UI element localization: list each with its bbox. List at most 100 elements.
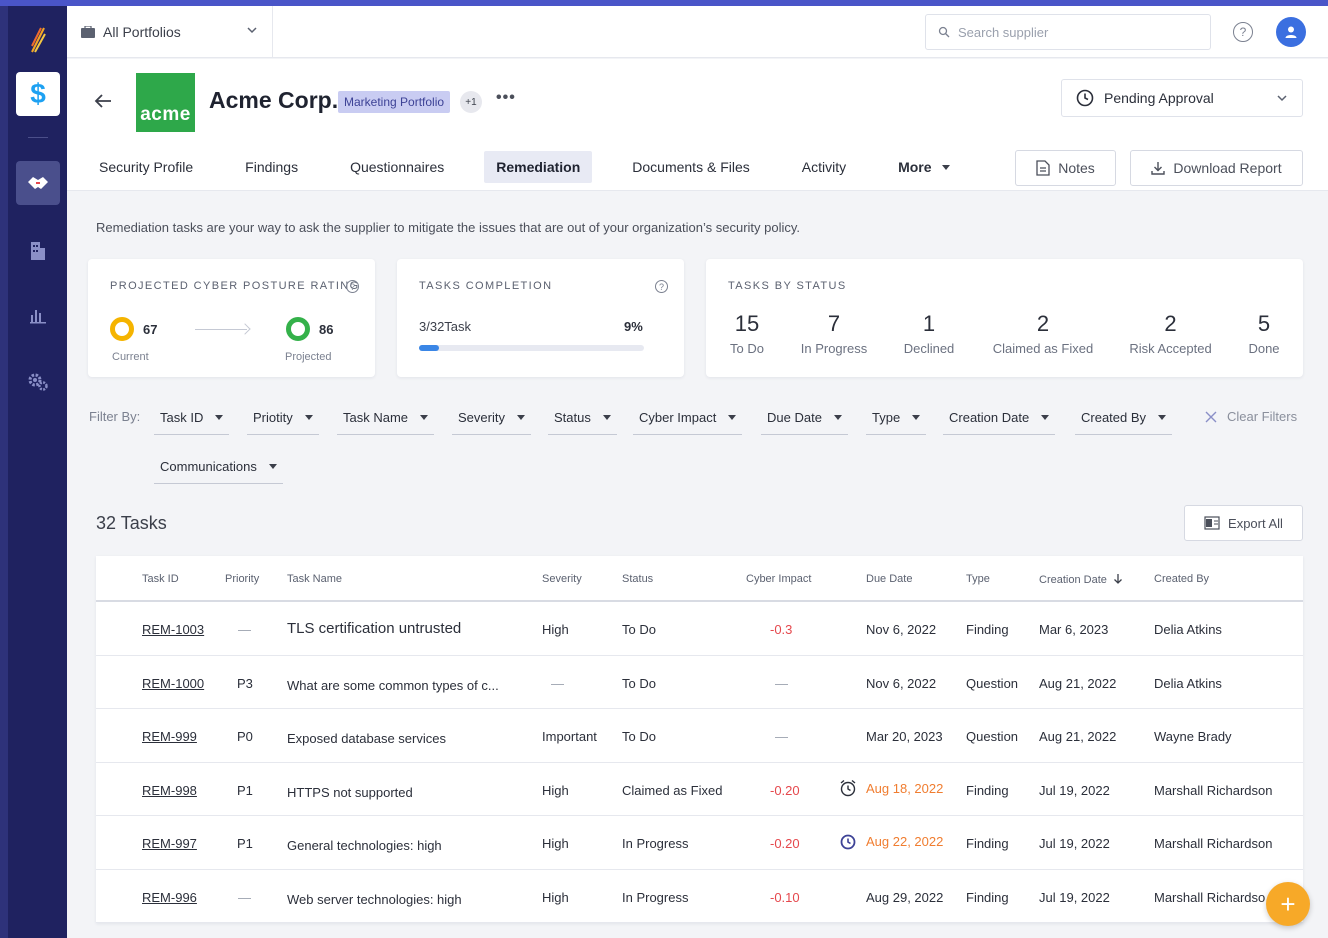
status-cell: To Do (622, 622, 656, 637)
due-date-cell: Aug 18, 2022 (866, 780, 944, 796)
notes-button[interactable]: Notes (1015, 150, 1116, 186)
tab-activity[interactable]: Activity (790, 151, 858, 183)
search-input[interactable]: Search supplier (925, 14, 1211, 50)
column-header-status[interactable]: Status (622, 573, 653, 585)
stat-risk-accepted[interactable]: 2 Risk Accepted (1128, 311, 1213, 356)
table-row[interactable]: REM-998 P1 HTTPS not supported High Clai… (96, 763, 1303, 816)
filter-severity[interactable]: Severity (452, 401, 531, 435)
more-options-icon[interactable]: ••• (496, 89, 516, 107)
column-header-task-id[interactable]: Task ID (142, 573, 179, 585)
chevron-down-icon (247, 27, 257, 34)
filter-due-date[interactable]: Due Date (761, 401, 848, 435)
filter-creation-date[interactable]: Creation Date (943, 401, 1056, 435)
tab-remediation[interactable]: Remediation (484, 151, 593, 183)
type-cell: Finding (966, 889, 1009, 905)
caret-down-icon (833, 415, 842, 420)
filter-communications[interactable]: Communications (154, 450, 283, 484)
suppliers-app-icon[interactable]: $ (16, 72, 60, 116)
severity-cell: — (551, 675, 564, 691)
help-icon[interactable]: ? (346, 280, 359, 293)
more-tags-badge[interactable]: +1 (460, 91, 482, 113)
stat-done[interactable]: 5 Done (1247, 311, 1281, 356)
projected-rating-ring (286, 317, 310, 341)
back-arrow-icon[interactable] (93, 93, 113, 114)
current-rating-label: Current (112, 351, 149, 363)
stat-value: 2 (1036, 311, 1050, 336)
portfolio-tag[interactable]: Marketing Portfolio (338, 91, 451, 113)
stat-declined[interactable]: 1 Declined (903, 311, 955, 356)
stat-value: 1 (922, 311, 936, 336)
approval-status-dropdown[interactable]: Pending Approval (1061, 79, 1303, 117)
filter-created-by[interactable]: Created By (1075, 401, 1173, 435)
help-icon[interactable]: ? (1233, 22, 1253, 42)
status-cell: To Do (622, 729, 656, 744)
cyber-impact-cell: -0.20 (770, 836, 800, 851)
tab-security-profile[interactable]: Security Profile (87, 151, 205, 183)
created-by-cell: Marshall Richardson (1154, 836, 1273, 851)
completion-percent: 9% (624, 319, 643, 334)
table-row[interactable]: REM-996 — Web server technologies: high … (96, 870, 1303, 923)
column-header-created-by[interactable]: Created By (1154, 573, 1209, 585)
table-row[interactable]: REM-1000 P3 What are some common types o… (96, 656, 1303, 709)
main-content: All Portfolios Search supplier ? acme Ac… (67, 6, 1328, 938)
task-id-link[interactable]: REM-997 (142, 836, 197, 851)
due-date-cell: Aug 22, 2022 (866, 834, 944, 849)
filter-task-name[interactable]: Task Name (337, 401, 435, 435)
stat-claimed-fixed[interactable]: 2 Claimed as Fixed (992, 311, 1094, 356)
status-label: Pending Approval (1104, 90, 1214, 106)
table-row[interactable]: REM-997 P1 General technologies: high Hi… (96, 816, 1303, 870)
settings-gear-icon[interactable] (16, 360, 60, 404)
tab-findings[interactable]: Findings (233, 151, 310, 183)
filter-cyber-impact[interactable]: Cyber Impact (633, 401, 743, 435)
column-header-type[interactable]: Type (966, 573, 990, 585)
remediation-intro: Remediation tasks are your way to ask th… (96, 220, 801, 235)
brand-logo-icon[interactable] (16, 18, 60, 62)
stat-label: Done (1248, 341, 1280, 356)
column-header-creation-date[interactable]: Creation Date (1039, 573, 1123, 586)
filter-label-text: Cyber Impact (639, 410, 717, 425)
type-cell: Finding (966, 782, 1009, 798)
table-row[interactable]: REM-999 P0 Exposed database services Imp… (96, 709, 1303, 763)
filter-label-text: Due Date (767, 410, 822, 425)
tab-questionnaires[interactable]: Questionnaires (338, 151, 456, 183)
caret-down-icon (602, 415, 611, 420)
stat-label: To Do (730, 341, 764, 356)
avatar[interactable] (1276, 17, 1306, 47)
add-task-fab[interactable]: + (1266, 882, 1310, 926)
task-id-link[interactable]: REM-996 (142, 890, 197, 905)
column-header-cyber-impact[interactable]: Cyber Impact (746, 573, 811, 585)
download-report-button[interactable]: Download Report (1130, 150, 1303, 186)
priority-cell: P1 (237, 836, 253, 851)
task-id-link[interactable]: REM-1003 (142, 622, 204, 637)
briefcase-icon (81, 26, 95, 38)
task-id-link[interactable]: REM-998 (142, 783, 197, 798)
column-header-severity[interactable]: Severity (542, 573, 582, 585)
stat-in-progress[interactable]: 7 In Progress (800, 311, 868, 356)
filter-status[interactable]: Status (548, 401, 617, 435)
export-all-button[interactable]: Export All (1184, 505, 1303, 541)
task-id-link[interactable]: REM-1000 (142, 676, 204, 691)
due-date-cell: Nov 6, 2022 (866, 622, 937, 637)
stat-todo[interactable]: 15 To Do (728, 311, 766, 356)
clear-filters-button[interactable]: Clear Filters (1205, 409, 1297, 424)
building-icon[interactable] (16, 228, 60, 272)
filter-type[interactable]: Type (866, 401, 927, 435)
sidebar-divider (28, 137, 48, 138)
help-icon[interactable]: ? (655, 280, 668, 293)
column-header-task-name[interactable]: Task Name (287, 573, 342, 585)
handshake-icon[interactable] (16, 161, 60, 205)
tab-documents-files[interactable]: Documents & Files (620, 151, 761, 183)
bar-chart-icon[interactable] (16, 293, 60, 337)
task-name-cell: TLS certification untrusted (287, 620, 462, 637)
column-header-priority[interactable]: Priority (225, 573, 259, 585)
table-row[interactable]: REM-1003 — TLS certification untrusted H… (96, 602, 1303, 656)
portfolio-selector[interactable]: All Portfolios (67, 6, 273, 58)
tab-more[interactable]: More (886, 151, 961, 183)
column-header-due-date[interactable]: Due Date (866, 573, 912, 585)
task-id-link[interactable]: REM-999 (142, 729, 197, 744)
filter-priority[interactable]: Priotity (247, 401, 319, 435)
completion-progress-fill (419, 345, 440, 351)
sidebar: $ (8, 6, 67, 938)
user-icon (1285, 26, 1297, 38)
filter-task-id[interactable]: Task ID (154, 401, 230, 435)
